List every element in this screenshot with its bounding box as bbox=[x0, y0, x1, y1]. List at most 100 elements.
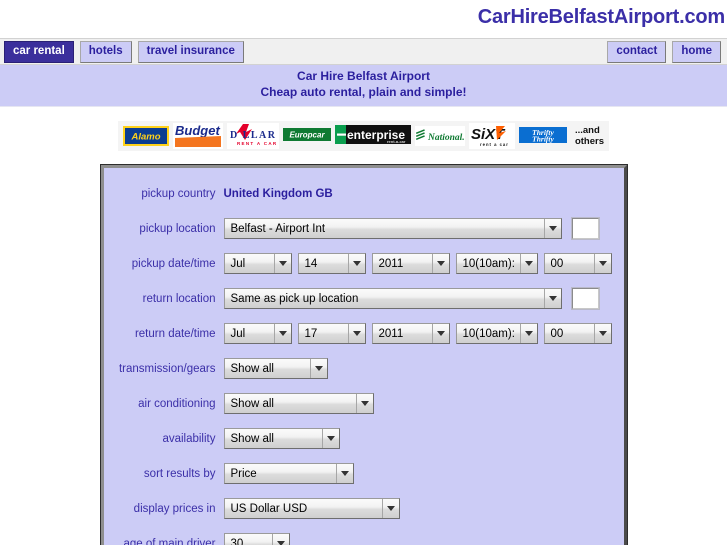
row-air-conditioning: air conditioning Show all bbox=[104, 386, 624, 421]
thrifty-logo: Thrifty Thrifty bbox=[518, 123, 567, 149]
svg-text:Thrifty: Thrifty bbox=[532, 135, 554, 144]
select-return-month-value: Jul bbox=[230, 327, 246, 340]
input-pickup-location-extra[interactable] bbox=[570, 217, 600, 240]
chevron-down-icon bbox=[273, 254, 291, 273]
label-pickup-datetime: pickup date/time bbox=[131, 257, 216, 270]
svg-text:rent a car: rent a car bbox=[480, 142, 509, 147]
chevron-down-icon bbox=[543, 289, 561, 308]
select-availability-value: Show all bbox=[230, 432, 274, 445]
search-form-wrap: pickup country United Kingdom GB pickup … bbox=[0, 164, 727, 545]
chevron-down-icon bbox=[543, 219, 561, 238]
select-pickup-location-value: Belfast - Airport Int bbox=[230, 222, 326, 235]
chevron-down-icon bbox=[431, 324, 449, 343]
chevron-down-icon bbox=[271, 534, 289, 545]
chevron-down-icon bbox=[381, 499, 399, 518]
page-title-band: Car Hire Belfast Airport Cheap auto rent… bbox=[0, 65, 727, 107]
page-root: CarHireBelfastAirport.com car rental hot… bbox=[0, 0, 727, 545]
select-air-conditioning[interactable]: Show all bbox=[223, 393, 374, 414]
row-transmission: transmission/gears Show all bbox=[104, 351, 624, 386]
select-pickup-day-value: 14 bbox=[304, 257, 318, 270]
select-pickup-year[interactable]: 2011 bbox=[371, 253, 450, 274]
and-others-label: ...and others bbox=[570, 123, 605, 149]
row-return-datetime: return date/time Jul 17 2011 10(10am): 0… bbox=[104, 316, 624, 351]
svg-text:National.: National. bbox=[427, 133, 465, 143]
value-pickup-country: United Kingdom GB bbox=[223, 187, 333, 200]
select-availability[interactable]: Show all bbox=[223, 428, 340, 449]
select-return-month[interactable]: Jul bbox=[223, 323, 292, 344]
nav-tab-hotels[interactable]: hotels bbox=[79, 40, 132, 63]
nav-right-group: contact home bbox=[605, 40, 725, 63]
select-pickup-hour[interactable]: 10(10am): bbox=[455, 253, 538, 274]
page-title: Car Hire Belfast Airport bbox=[297, 69, 430, 83]
nav-tab-car-rental[interactable]: car rental bbox=[4, 40, 74, 63]
chevron-down-icon bbox=[593, 254, 611, 273]
dollar-logo: D LLAR RENT A CAR bbox=[226, 123, 279, 149]
label-display-prices: display prices in bbox=[133, 502, 216, 515]
svg-text:Europcar: Europcar bbox=[289, 131, 325, 140]
select-driver-age[interactable]: 30 bbox=[223, 533, 290, 545]
select-sort-results-value: Price bbox=[230, 467, 257, 480]
alamo-logo: Alamo bbox=[122, 123, 169, 149]
svg-text:D LLAR: D LLAR bbox=[230, 130, 277, 141]
sixt-logo: SiXT rent a car bbox=[468, 123, 515, 149]
select-return-day-value: 17 bbox=[304, 327, 318, 340]
select-transmission-value: Show all bbox=[230, 362, 274, 375]
chevron-down-icon bbox=[593, 324, 611, 343]
chevron-down-icon bbox=[431, 254, 449, 273]
select-return-minute[interactable]: 00 bbox=[543, 323, 612, 344]
chevron-down-icon bbox=[273, 324, 291, 343]
select-sort-results[interactable]: Price bbox=[223, 463, 354, 484]
row-pickup-location: pickup location Belfast - Airport Int bbox=[104, 211, 624, 246]
select-pickup-location[interactable]: Belfast - Airport Int bbox=[223, 218, 562, 239]
select-display-prices-value: US Dollar USD bbox=[230, 502, 308, 515]
svg-text:Budget: Budget bbox=[175, 123, 220, 138]
chevron-down-icon bbox=[519, 254, 537, 273]
label-driver-age: age of main driver bbox=[123, 537, 216, 545]
chevron-down-icon bbox=[519, 324, 537, 343]
select-return-year-value: 2011 bbox=[378, 327, 404, 340]
label-transmission: transmission/gears bbox=[118, 362, 216, 375]
label-pickup-location: pickup location bbox=[139, 222, 216, 235]
chevron-down-icon bbox=[309, 359, 327, 378]
input-return-location-extra[interactable] bbox=[570, 287, 600, 310]
row-return-location: return location Same as pick up location bbox=[104, 281, 624, 316]
select-return-hour[interactable]: 10(10am): bbox=[455, 323, 538, 344]
svg-text:RENT A CAR: RENT A CAR bbox=[237, 141, 277, 146]
select-pickup-year-value: 2011 bbox=[378, 257, 404, 270]
select-pickup-minute[interactable]: 00 bbox=[543, 253, 612, 274]
row-pickup-datetime: pickup date/time Jul 14 2011 10(10am): 0… bbox=[104, 246, 624, 281]
nav-tab-travel-insurance[interactable]: travel insurance bbox=[137, 40, 244, 63]
partner-logos-strip: Alamo Budget D LLAR RENT A CAR Europcar … bbox=[117, 121, 610, 151]
select-pickup-month[interactable]: Jul bbox=[223, 253, 292, 274]
and-others-line2: others bbox=[574, 136, 605, 147]
enterprise-logo: enterprise rent-a-car bbox=[334, 123, 411, 149]
label-return-datetime: return date/time bbox=[134, 327, 216, 340]
chevron-down-icon bbox=[335, 464, 353, 483]
select-return-minute-value: 00 bbox=[550, 327, 564, 340]
select-return-day[interactable]: 17 bbox=[297, 323, 366, 344]
row-pickup-country: pickup country United Kingdom GB bbox=[104, 176, 624, 211]
nav-link-home[interactable]: home bbox=[672, 40, 721, 63]
partner-logos-zone: Alamo Budget D LLAR RENT A CAR Europcar … bbox=[0, 107, 727, 165]
select-pickup-day[interactable]: 14 bbox=[297, 253, 366, 274]
label-availability: availability bbox=[162, 432, 216, 445]
select-display-prices[interactable]: US Dollar USD bbox=[223, 498, 400, 519]
and-others-line1: ...and bbox=[574, 125, 600, 136]
svg-text:rent-a-car: rent-a-car bbox=[387, 139, 406, 144]
select-pickup-minute-value: 00 bbox=[550, 257, 564, 270]
nav-link-contact[interactable]: contact bbox=[607, 40, 667, 63]
brand-bar: CarHireBelfastAirport.com bbox=[0, 0, 727, 38]
chevron-down-icon bbox=[347, 324, 365, 343]
select-transmission[interactable]: Show all bbox=[223, 358, 328, 379]
select-return-year[interactable]: 2011 bbox=[371, 323, 450, 344]
page-subtitle: Cheap auto rental, plain and simple! bbox=[260, 85, 467, 99]
select-return-location[interactable]: Same as pick up location bbox=[223, 288, 562, 309]
row-availability: availability Show all bbox=[104, 421, 624, 456]
chevron-down-icon bbox=[355, 394, 373, 413]
select-return-hour-value: 10(10am): bbox=[462, 327, 515, 340]
label-pickup-country: pickup country bbox=[141, 187, 216, 200]
chevron-down-icon bbox=[321, 429, 339, 448]
national-logo: National. bbox=[414, 123, 465, 149]
main-navigation: car rental hotels travel insurance conta… bbox=[0, 38, 727, 65]
label-sort-results: sort results by bbox=[143, 467, 216, 480]
